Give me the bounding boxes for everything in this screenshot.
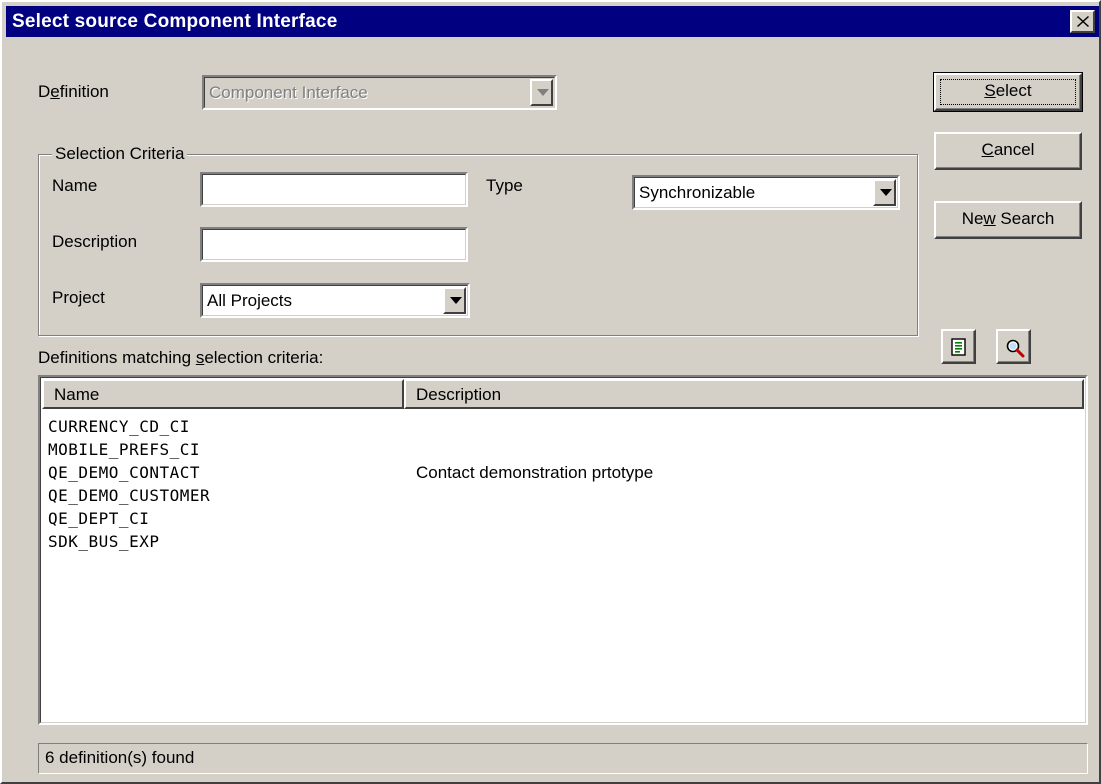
type-value: Synchronizable bbox=[639, 183, 756, 202]
name-label: Name bbox=[52, 176, 98, 195]
column-header-name-label: Name bbox=[54, 385, 100, 404]
column-header-description-label: Description bbox=[416, 385, 502, 404]
definition-value: Component Interface bbox=[209, 83, 368, 102]
list-item[interactable]: SDK_BUS_EXP bbox=[48, 532, 1078, 555]
results-rows: CURRENCY_CD_CI MOBILE_PREFS_CI QE_DEMO_C… bbox=[48, 417, 1078, 555]
project-dropdown[interactable]: All Projects bbox=[200, 283, 470, 318]
new-search-button[interactable]: New Search bbox=[934, 201, 1082, 239]
type-label: Type bbox=[486, 176, 523, 195]
list-item-name: QE_DEMO_CONTACT bbox=[48, 463, 200, 482]
column-header-description[interactable]: Description bbox=[404, 379, 1084, 409]
results-label: Definitions matching selection criteria: bbox=[38, 348, 324, 367]
results-list[interactable]: Name Description CURRENCY_CD_CI MOBILE_P… bbox=[38, 375, 1088, 725]
chevron-down-icon bbox=[537, 89, 549, 96]
properties-button[interactable] bbox=[941, 329, 976, 364]
properties-icon bbox=[951, 338, 966, 356]
list-item-name: QE_DEPT_CI bbox=[48, 509, 150, 528]
project-label: Project bbox=[52, 288, 105, 307]
list-item[interactable]: MOBILE_PREFS_CI bbox=[48, 440, 1078, 463]
list-item-name: SDK_BUS_EXP bbox=[48, 532, 160, 551]
project-value: All Projects bbox=[207, 291, 293, 310]
list-item-description: Contact demonstration prtotype bbox=[416, 463, 654, 482]
type-dropdown[interactable]: Synchronizable bbox=[632, 175, 900, 210]
cancel-button[interactable]: Cancel bbox=[934, 132, 1082, 170]
definition-dropdown[interactable]: Component Interface bbox=[202, 75, 557, 110]
new-search-button-label: New Search bbox=[961, 209, 1055, 228]
cancel-button-label: Cancel bbox=[981, 140, 1035, 159]
name-input-text[interactable] bbox=[205, 177, 463, 202]
definition-dropdown-button[interactable] bbox=[530, 79, 553, 106]
list-item-name: QE_DEMO_CUSTOMER bbox=[48, 486, 211, 505]
name-input[interactable] bbox=[200, 172, 468, 207]
list-item[interactable]: QE_DEMO_CUSTOMER bbox=[48, 486, 1078, 509]
list-item-name: MOBILE_PREFS_CI bbox=[48, 440, 200, 459]
dialog-title: Select source Component Interface bbox=[12, 11, 338, 32]
definition-label: Definition bbox=[38, 82, 109, 101]
chevron-down-icon bbox=[450, 297, 462, 304]
type-dropdown-button[interactable] bbox=[873, 179, 896, 206]
list-item-name: CURRENCY_CD_CI bbox=[48, 417, 190, 436]
status-bar: 6 definition(s) found bbox=[38, 743, 1088, 774]
select-button-label: Select bbox=[984, 81, 1032, 100]
chevron-down-icon bbox=[880, 189, 892, 196]
view-definition-button[interactable] bbox=[996, 329, 1031, 364]
status-text: 6 definition(s) found bbox=[45, 748, 195, 767]
project-dropdown-button[interactable] bbox=[443, 287, 466, 314]
column-header-name[interactable]: Name bbox=[42, 379, 404, 409]
magnifier-icon bbox=[1006, 339, 1025, 358]
list-item[interactable]: QE_DEMO_CONTACT Contact demonstration pr… bbox=[48, 463, 1078, 486]
select-button[interactable]: Select bbox=[933, 72, 1083, 112]
selection-criteria-legend: Selection Criteria bbox=[52, 144, 188, 164]
description-input-text[interactable] bbox=[205, 232, 463, 257]
close-icon bbox=[1077, 16, 1089, 27]
description-label: Description bbox=[52, 232, 138, 251]
description-input[interactable] bbox=[200, 227, 468, 262]
title-bar[interactable]: Select source Component Interface bbox=[6, 6, 1099, 37]
list-item[interactable]: CURRENCY_CD_CI bbox=[48, 417, 1078, 440]
close-button[interactable] bbox=[1070, 10, 1095, 33]
select-source-dialog: Select source Component Interface Defini… bbox=[0, 0, 1101, 784]
list-item[interactable]: QE_DEPT_CI bbox=[48, 509, 1078, 532]
